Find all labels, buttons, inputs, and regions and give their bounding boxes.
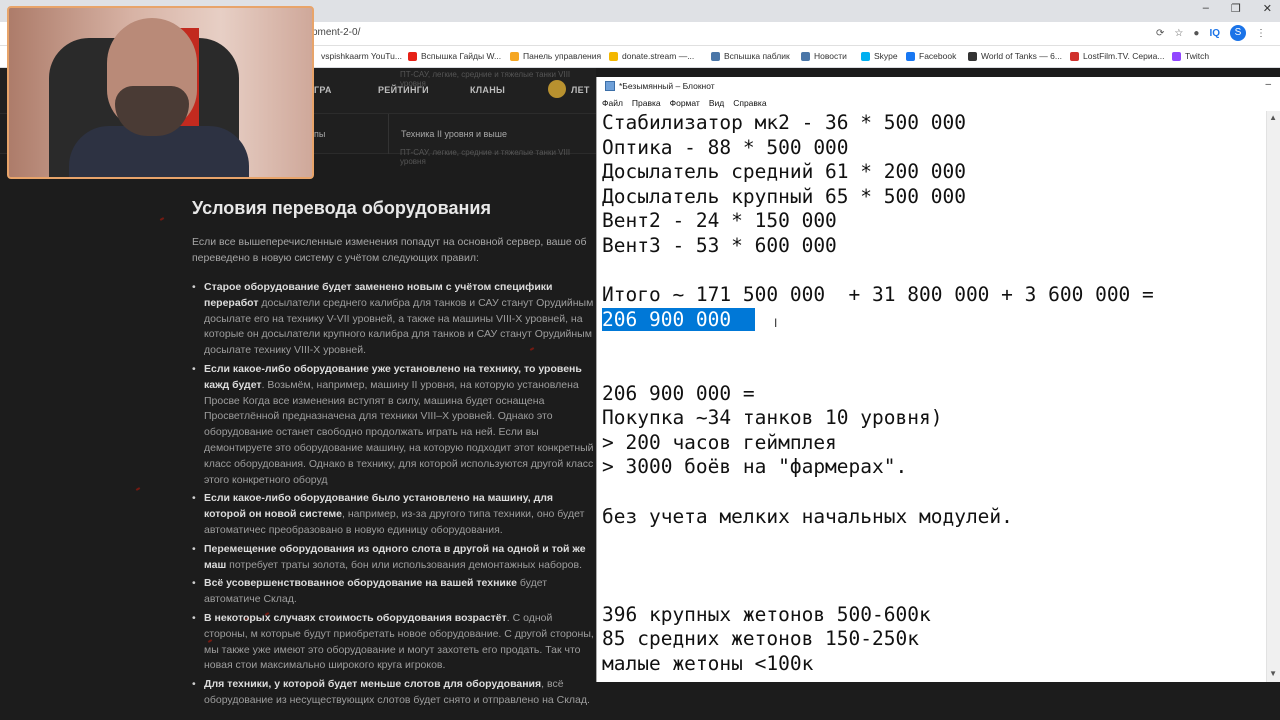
menu-file[interactable]: Файл	[602, 95, 623, 111]
menu-edit[interactable]: Правка	[632, 95, 661, 111]
subnav-item-stages[interactable]: пы	[314, 129, 325, 139]
minimize-icon[interactable]: –	[1203, 2, 1209, 15]
notepad-menubar: Файл Правка Формат Вид Справка	[597, 95, 1280, 111]
notepad-line: 396 крупных жетонов 500-600к	[602, 602, 931, 626]
nav-item-anniversary[interactable]: ЛЕТ	[571, 85, 590, 95]
notepad-line: 206 900 000	[602, 307, 1262, 333]
bookmark-favicon-icon	[968, 51, 977, 61]
bookmark-favicon-icon	[1172, 51, 1181, 61]
list-item: Всё усовершенствованное оборудование на …	[192, 576, 596, 608]
url-text[interactable]: pment-2-0/	[312, 27, 360, 38]
bookmark-item[interactable]: LostFilm.TV. Сериа...	[1070, 51, 1164, 61]
bookmark-item[interactable]: Новости	[801, 51, 847, 61]
notepad-window: *Безымянный – Блокнот – Файл Правка Форм…	[596, 77, 1280, 682]
bookmark-favicon-icon	[801, 51, 810, 61]
notepad-line	[602, 259, 1262, 284]
anniversary-coin-icon	[548, 80, 566, 98]
notepad-line	[602, 357, 1262, 382]
list-item: Если какое-либо оборудование было устано…	[192, 491, 596, 538]
scroll-down-icon[interactable]: ▼	[1269, 669, 1277, 678]
iq-extension-icon[interactable]: IQ	[1209, 28, 1220, 39]
bookmark-favicon-icon	[1070, 51, 1079, 61]
menu-help[interactable]: Справка	[733, 95, 766, 111]
notepad-line: > 3000 боёв на "фармерах".	[602, 455, 908, 479]
section-heading: Условия перевода оборудования	[192, 198, 491, 218]
minimize-icon[interactable]: –	[1265, 79, 1271, 90]
bookmark-favicon-icon	[711, 51, 720, 61]
rules-list: Старое оборудование будет заменено новым…	[192, 280, 596, 712]
subnav-divider	[388, 114, 389, 154]
bookmark-favicon-icon	[510, 51, 519, 61]
bookmark-item[interactable]: Twitch	[1172, 51, 1209, 61]
bookmark-item[interactable]: Панель управления	[510, 51, 601, 61]
bookmark-favicon-icon	[609, 51, 618, 61]
extension-icon[interactable]: ●	[1193, 28, 1199, 39]
bookmark-favicon-icon	[906, 51, 915, 61]
ember-decoration	[135, 487, 141, 491]
nav-item-game[interactable]: ГРА	[314, 85, 332, 95]
section-intro: Если все вышеперечисленные изменения поп…	[192, 236, 587, 264]
notepad-line: Оптика - 88 * 500 000	[602, 135, 849, 159]
selected-text: 206 900 000	[602, 307, 755, 331]
bookmark-item[interactable]: donate.stream —...	[609, 51, 694, 61]
nav-item-clans[interactable]: КЛАНЫ	[470, 85, 505, 95]
notepad-line: Стабилизатор мк2 - 36 * 500 000	[602, 111, 966, 134]
list-item: Старое оборудование будет заменено новым…	[192, 280, 596, 359]
notepad-line: Вент2 - 24 * 150 000	[602, 209, 837, 233]
notepad-line	[602, 578, 1262, 603]
text-cursor-icon: I	[774, 316, 778, 330]
notepad-line	[602, 332, 1262, 357]
menu-view[interactable]: Вид	[709, 95, 724, 111]
notepad-title: *Безымянный – Блокнот	[619, 81, 715, 91]
notepad-line	[602, 554, 1262, 579]
list-item: Для техники, у которой будет меньше слот…	[192, 677, 596, 709]
close-icon[interactable]: ✕	[1263, 2, 1272, 15]
list-item: Перемещение оборудования из одного слота…	[192, 542, 596, 574]
notepad-line: Вент3 - 53 * 600 000	[602, 233, 837, 257]
ember-decoration	[159, 217, 165, 221]
bookmark-item[interactable]: vspishkaarm YouTu...	[308, 51, 402, 61]
bookmark-item[interactable]: Facebook	[906, 51, 956, 61]
bookmark-favicon-icon	[861, 51, 870, 61]
page-bottom-strip	[596, 682, 1280, 720]
star-icon[interactable]: ☆	[1174, 28, 1183, 39]
notepad-line: 206 900 000 =	[602, 381, 755, 405]
toolbar-extensions: ⟳ ☆ ● IQ S ⋮	[1156, 25, 1266, 41]
notepad-icon	[605, 81, 615, 91]
scroll-up-icon[interactable]: ▲	[1269, 113, 1277, 122]
notepad-line: 85 средних жетонов 150-250к	[602, 627, 919, 651]
translate-icon[interactable]: ⟳	[1156, 28, 1164, 39]
notepad-scrollbar[interactable]	[1266, 111, 1280, 682]
menu-format[interactable]: Формат	[670, 95, 700, 111]
notepad-line	[602, 529, 1262, 554]
notepad-line: Досылатель крупный 65 * 500 000	[602, 184, 966, 208]
notepad-line: Покупка ~34 танков 10 уровня)	[602, 406, 943, 430]
notepad-line: Итого ~ 171 500 000 + 31 800 000 + 3 600…	[602, 283, 1154, 307]
notepad-line: без учета мелких начальных модулей.	[602, 504, 1013, 528]
nav-subtext-2: ПТ-САУ, легкие, средние и тяжелые танки …	[400, 148, 571, 166]
list-item: Если какое-либо оборудование уже установ…	[192, 362, 596, 488]
notepad-line	[602, 480, 1262, 505]
notepad-text-area[interactable]: Стабилизатор мк2 - 36 * 500 000 Оптика - …	[602, 111, 1262, 682]
subnav-item-tier2[interactable]: Техника II уровня и выше	[401, 129, 507, 139]
notepad-line: малые жетоны <100к	[602, 652, 814, 676]
window-controls: – ❐ ✕	[1203, 2, 1272, 15]
maximize-icon[interactable]: ❐	[1231, 2, 1241, 15]
profile-avatar[interactable]: S	[1230, 25, 1246, 41]
bookmark-item[interactable]: Вспышка паблик	[711, 51, 790, 61]
bookmark-item[interactable]: Вспышка Гайды W...	[408, 51, 501, 61]
bookmark-item[interactable]: World of Tanks — 6...	[968, 51, 1062, 61]
notepad-line: Досылатель средний 61 * 200 000	[602, 160, 966, 184]
webcam-overlay	[7, 6, 314, 179]
notepad-line: > 200 часов геймплея	[602, 430, 837, 454]
menu-icon[interactable]: ⋮	[1256, 28, 1266, 39]
bookmark-favicon-icon	[408, 51, 417, 61]
nav-item-ratings[interactable]: РЕЙТИНГИ	[378, 85, 429, 95]
list-item: В некоторых случаях стоимость оборудован…	[192, 611, 596, 674]
bookmark-item[interactable]: Skype	[861, 51, 898, 61]
notepad-titlebar: *Безымянный – Блокнот –	[597, 77, 1280, 95]
